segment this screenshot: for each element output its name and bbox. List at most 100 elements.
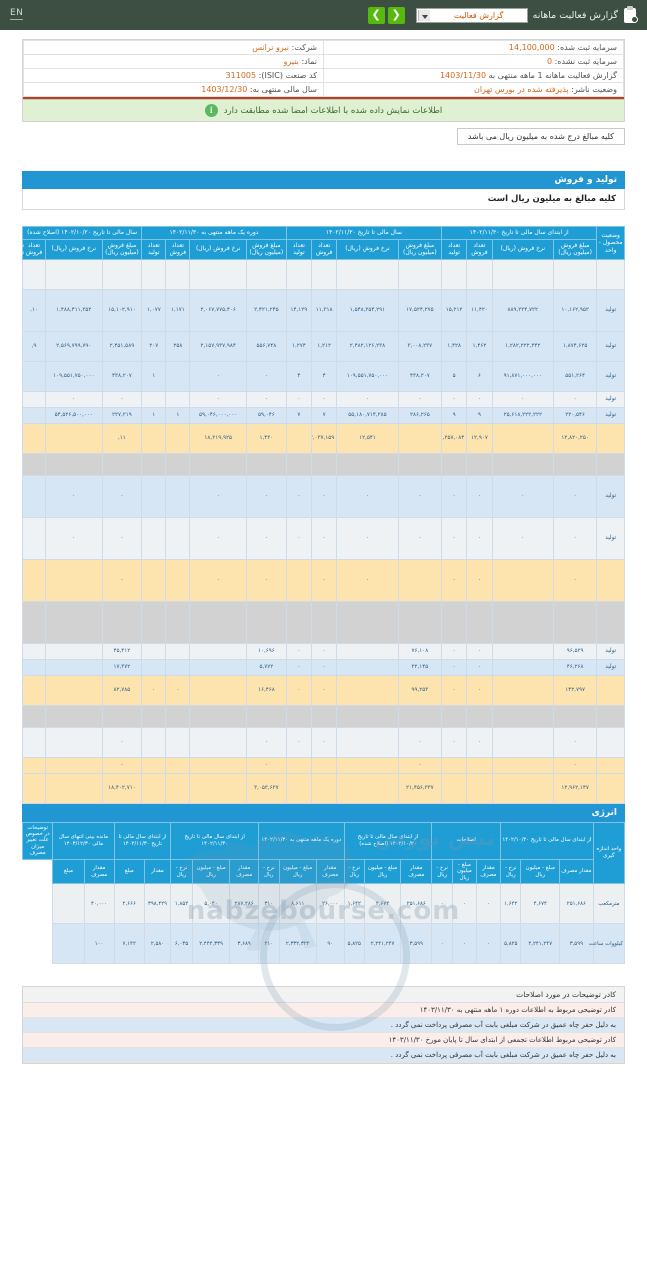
table-cell: ۰	[491, 474, 554, 518]
table-cell	[141, 756, 167, 774]
table-cell	[491, 642, 554, 660]
table-cell	[336, 258, 399, 290]
energy-column-group-header: از ابتدای سال مالی تا تاریخ ۱۴۰۲/۱۰/۲۰ (…	[343, 821, 433, 860]
table-cell: ۲,۶۶۶	[113, 883, 145, 925]
language-toggle-en[interactable]: EN	[10, 8, 24, 20]
row-unit-cell	[596, 558, 625, 602]
table-cell: ۴۳۸,۲۰۷	[397, 360, 443, 392]
table-cell	[336, 674, 399, 706]
info-icon: i	[204, 104, 218, 117]
table-cell	[22, 772, 46, 804]
table-cell: ۰	[44, 390, 103, 408]
table-cell: ۹۶,۵۲۹	[552, 642, 598, 660]
table-cell: ۲,۴۲۱,۲۴۵	[246, 288, 287, 332]
row-unit-cell: کیلووات ساعت	[589, 923, 626, 965]
table-cell: ۸۸۹,۲۲۴,۷۲۲	[491, 288, 554, 332]
table-cell: ۱	[141, 406, 167, 424]
table-cell	[165, 658, 191, 676]
table-cell: ۴۵,۴۱۲	[101, 642, 143, 660]
table-cell	[491, 422, 554, 454]
energy-column-header: مبلغ	[52, 858, 85, 885]
table-cell	[310, 772, 338, 804]
table-cell: ۹	[441, 406, 468, 424]
table-cell: ۵۹,۰۴۶,۰۰۰,۰۰۰	[189, 406, 247, 424]
table-cell: ۰	[552, 558, 598, 602]
table-cell	[310, 756, 338, 774]
table-cell: ۰	[441, 474, 468, 518]
table-cell: ۰	[336, 558, 399, 602]
table-cell: ۱	[141, 360, 167, 392]
table-cell	[22, 642, 46, 660]
table-cell: ۵,۰۴۰	[191, 883, 231, 925]
table-cell: ۱۸,۲۱۹,۹۲۵	[189, 422, 247, 454]
table-cell: ۲۲,۱۴۵	[397, 658, 443, 676]
column-header: تعداد فروش	[466, 238, 493, 260]
company-info-table: سرمایه ثبت شده: 14,100,000 شرکت: نیرو تر…	[23, 40, 624, 97]
table-cell	[165, 558, 191, 602]
table-cell	[491, 772, 554, 804]
table-cell	[189, 258, 247, 290]
table-cell	[336, 756, 399, 774]
table-cell: ۰	[165, 674, 191, 706]
issuer-status-cell: وضعیت ناشر: پذیرفته شده در بورس تهران	[323, 82, 624, 97]
table-cell: ۰	[141, 674, 167, 706]
energy-column-header: مقدار	[143, 858, 172, 885]
table-cell: ۰	[246, 516, 287, 560]
info-row: سرمایه ثبت شده: 14,100,000 شرکت: نیرو تر…	[23, 40, 624, 55]
table-cell	[285, 756, 313, 774]
isic-value: 311005	[225, 71, 257, 80]
table-cell: ۲۱,۴۵۶,۳۳۷	[397, 772, 443, 804]
table-cell: ۹	[466, 406, 493, 424]
table-cell	[141, 422, 167, 454]
table-cell	[397, 704, 443, 728]
table-cell	[310, 258, 338, 290]
table-cell	[22, 360, 46, 392]
table-cell: ۳,۰۵۳,۶۲۷	[246, 772, 287, 804]
table-cell: ۰	[189, 558, 247, 602]
report-type-select[interactable]: گزارش فعالیت	[415, 7, 528, 23]
table-cell: ۰	[189, 474, 247, 518]
production-sales-subtitle: کلیه مبالغ به میلیون ریال است	[22, 189, 625, 210]
table-cell: ۰	[101, 516, 143, 560]
row-unit-cell: تولید	[596, 516, 625, 560]
column-header: نرخ فروش (ریال)	[491, 238, 554, 260]
table-cell	[336, 642, 399, 660]
table-cell: ۲,۴۸۲,۱۲۶,۲۳۸	[336, 330, 399, 362]
prev-button[interactable]: ❮	[387, 6, 405, 24]
table-cell	[165, 642, 191, 660]
table-cell	[165, 726, 191, 758]
table-cell: ۵۵۱,۲۶۴	[552, 360, 598, 392]
company-label: شرکت:	[291, 43, 317, 52]
table-cell: ۱۲,۵۴۱	[336, 422, 399, 454]
table-cell: ۲,۱۵۷,۹۳۷,۹۸۴	[189, 330, 247, 362]
table-cell	[285, 452, 313, 476]
table-cell: ۱۰۰	[83, 923, 115, 965]
table-cell	[491, 600, 554, 644]
energy-column-group-header: مانده بینی انتهای سال مالی ۱۴۰۳/۱۲/۳۰	[52, 821, 115, 860]
table-row: تولید ۴۶,۲۶۸ ۰ ۰ ۲۲,۱۴۵ ۰ ۰ ۵,۷۷۲ ۱۷,۳۷۲	[22, 658, 625, 676]
table-cell	[491, 674, 554, 706]
production-sales-section: تولید و فروش کلیه مبالغ به میلیون ریال ا…	[22, 171, 625, 210]
table-cell	[165, 756, 191, 774]
energy-column-header: مبلغ - میلیون ریال	[520, 858, 560, 885]
table-cell: ۹۹,۲۵۳	[397, 674, 443, 706]
row-unit-cell: تولید	[596, 406, 625, 424]
table-cell: ۱۰,۱۶۲,۹۵۲	[552, 288, 598, 332]
table-cell: ۲۲۷,۲۱۹	[101, 406, 143, 424]
row-unit-cell: تولید	[596, 390, 625, 408]
energy-column-header: مقدار مصرف	[559, 858, 594, 885]
row-unit-cell: مترمکعب	[592, 883, 626, 925]
table-cell	[336, 658, 399, 676]
table-cell: ۰	[475, 883, 502, 925]
column-header: تعداد تولید	[285, 238, 313, 260]
energy-table: واحد اندازه گیری از ابتدای سال مالی تا تا…	[21, 821, 626, 965]
table-cell: ۸۲,۷۸۵	[101, 674, 143, 706]
table-cell: ۱۰۹,۵۵۱,۷۵۰,۰۰۰	[336, 360, 399, 392]
next-button[interactable]: ❯	[367, 6, 385, 24]
table-cell	[441, 756, 468, 774]
row-unit-cell	[596, 600, 625, 644]
energy-sub-header-row: مقدار مصرف مبلغ - میلیون ریال نرخ - ریال مق…	[23, 858, 625, 885]
table-cell	[44, 674, 103, 706]
table-cell: ۵۴,۵۲۶,۵۰۰,۰۰۰	[44, 406, 103, 424]
table-cell	[246, 704, 287, 728]
